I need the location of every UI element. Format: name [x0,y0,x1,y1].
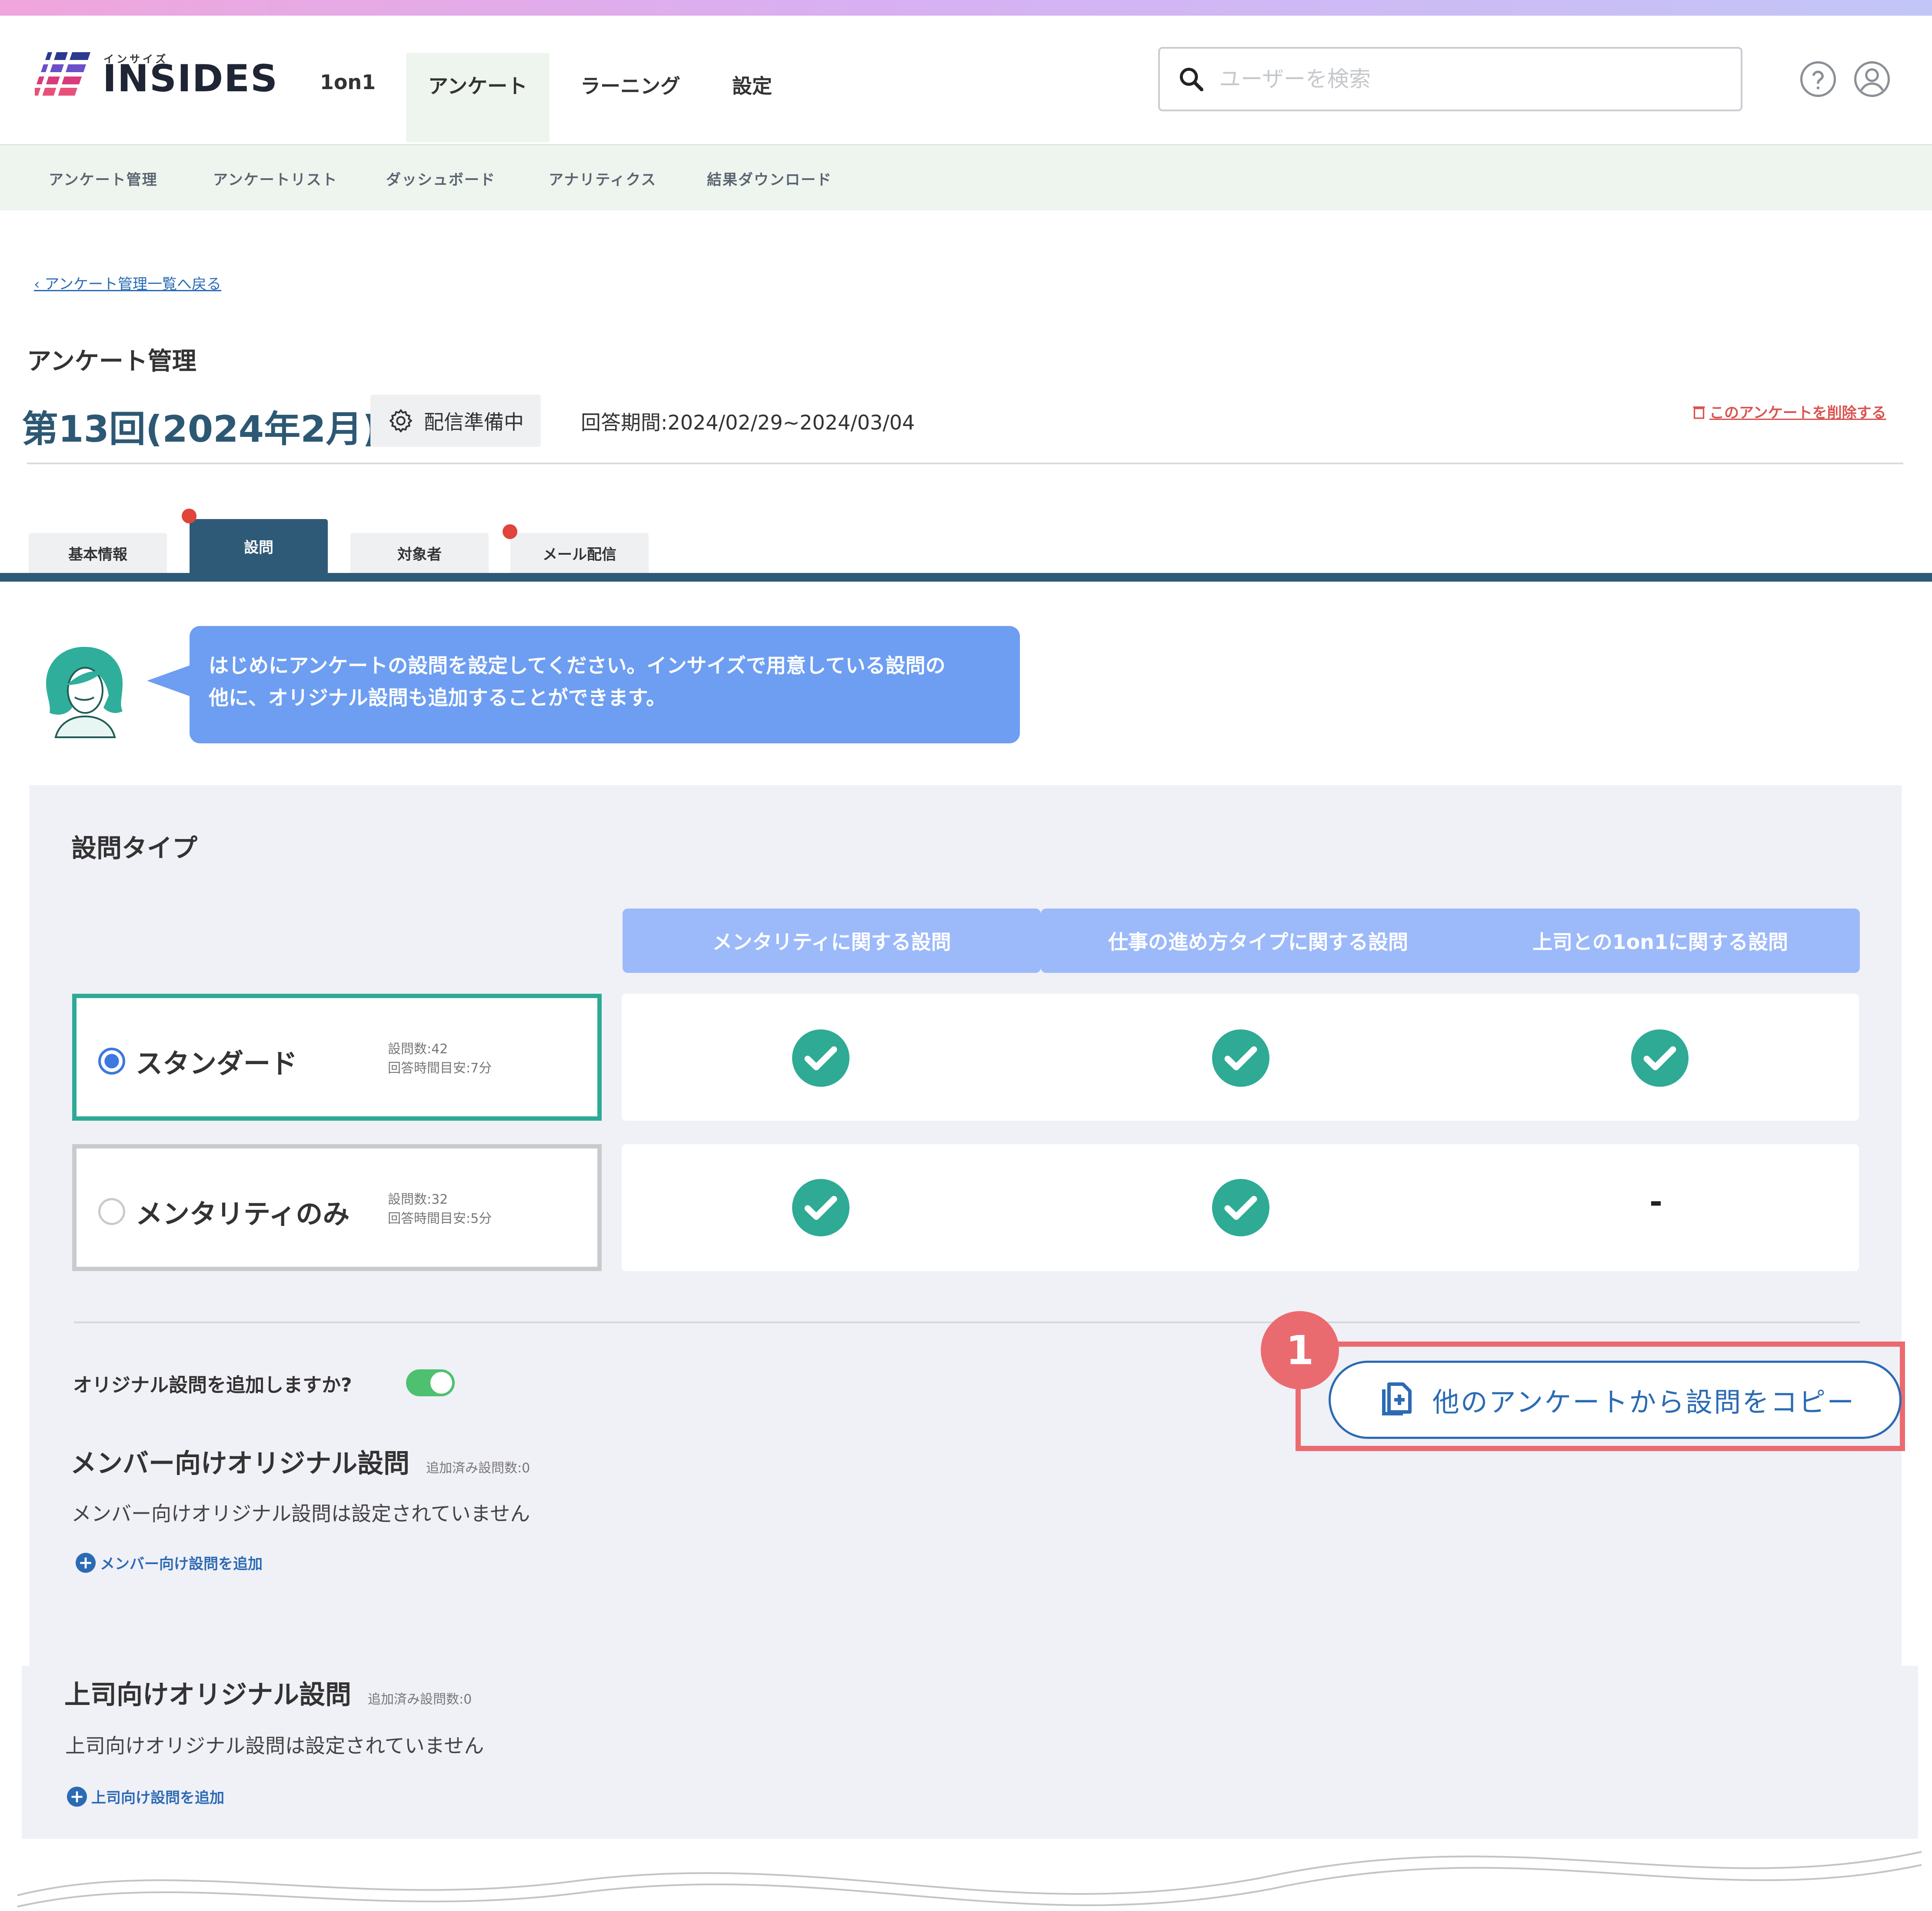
copy-document-icon [1382,1382,1412,1415]
trash-icon [1693,406,1705,419]
nav-learning[interactable]: ラーニング [565,53,696,142]
plus-circle-icon: + [76,1552,96,1573]
column-header-work-style: 仕事の進め方タイプに関する設問 [1041,909,1476,973]
page-title: アンケート管理 [27,347,197,376]
add-original-question-label: オリジナル設問を追加しますか? [73,1374,352,1396]
step-number-badge: 1 [1261,1311,1339,1389]
member-original-header: メンバー向けオリジナル設問 追加済み設問数:0 [70,1442,530,1480]
option-standard-time: 回答時間目安:7分 [388,1061,492,1076]
guide-message-bubble: はじめにアンケートの設問を設定してください。インサイズで用意している設問の 他に… [190,626,1020,743]
member-original-empty: メンバー向けオリジナル設問は設定されていません [71,1502,530,1525]
option-mentality-meta: 設問数:32 回答時間目安:5分 [388,1190,492,1228]
option-mentality-time: 回答時間目安:5分 [388,1211,492,1226]
check-circle-icon [1212,1029,1269,1087]
status-text: 配信準備中 [424,410,524,434]
section-divider [74,1322,1860,1323]
add-member-question-label: メンバー向け設問を追加 [100,1555,263,1573]
add-boss-question-label: 上司向け設問を追加 [91,1789,224,1807]
member-original-count: 追加済み設問数:0 [426,1461,530,1476]
answer-period: 回答期間:2024/02/29~2024/03/04 [581,411,915,434]
tab-basic-info[interactable]: 基本情報 [29,533,167,573]
option-standard-meta: 設問数:42 回答時間目安:7分 [388,1040,492,1078]
copy-from-other-survey-button[interactable]: 他のアンケートから設問をコピー [1329,1361,1902,1439]
gear-icon [390,409,412,433]
tab-alert-dot [503,524,517,539]
nav-survey[interactable]: アンケート [406,53,550,142]
help-circle-icon[interactable] [1799,60,1837,98]
add-original-toggle[interactable] [406,1369,455,1396]
insides-logo-icon[interactable] [35,52,91,96]
copy-button-label: 他のアンケートから設問をコピー [1432,1386,1855,1418]
subnav-dashboard[interactable]: ダッシュボード [386,168,496,189]
check-circle-icon [1631,1029,1689,1087]
subnav-survey-list[interactable]: アンケートリスト [213,168,338,189]
search-input[interactable] [1218,66,1698,92]
back-to-list-link[interactable]: ‹ アンケート管理一覧へ戻る [34,272,221,293]
subnav-analytics[interactable]: アナリティクス [549,168,656,189]
column-header-boss-1on1: 上司との1on1に関する設問 [1461,909,1860,973]
tab-targets[interactable]: 対象者 [350,533,489,573]
delete-link-text: このアンケートを削除する [1709,404,1886,422]
boss-original-title: 上司向けオリジナル設問 [64,1680,351,1710]
not-included-dash: - [1649,1183,1662,1220]
boss-original-header: 上司向けオリジナル設問 追加済み設問数:0 [64,1674,472,1711]
guide-message-line1: はじめにアンケートの設問を設定してください。インサイズで用意している設問の [209,654,946,677]
radio-standard[interactable] [98,1048,125,1075]
user-circle-icon[interactable] [1853,60,1891,98]
top-gradient-bar [0,0,1932,16]
guide-message-line2: 他に、オリジナル設問も追加することができます。 [209,686,666,709]
subnav-results-download[interactable]: 結果ダウンロード [707,168,832,189]
check-circle-icon [792,1179,849,1236]
option-mentality-count: 設問数:32 [388,1192,448,1207]
add-boss-question-link[interactable]: + 上司向け設問を追加 [67,1786,224,1807]
tab-mail[interactable]: メール配信 [510,533,649,573]
page-cut-wave [0,1839,1932,1908]
tab-alert-dot [182,509,197,523]
subnav-survey-management[interactable]: アンケート管理 [49,168,158,189]
radio-mentality[interactable] [98,1198,125,1225]
nav-settings[interactable]: 設定 [713,53,791,142]
speech-bubble-tail [147,665,190,696]
option-mentality-card[interactable]: メンタリティのみ 設問数:32 回答時間目安:5分 [72,1144,602,1271]
column-header-mentality: メンタリティに関する設問 [623,909,1041,973]
option-standard-count: 設問数:42 [388,1042,448,1057]
survey-title: 第13回(2024年2月) [22,408,379,450]
question-type-title: 設問タイプ [71,833,198,863]
boss-original-empty: 上司向けオリジナル設問は設定されていません [65,1734,484,1758]
plus-circle-icon: + [67,1786,87,1807]
member-original-title: メンバー向けオリジナル設問 [70,1448,410,1479]
check-circle-icon [1212,1179,1269,1236]
tab-questions[interactable]: 設問 [190,519,328,573]
title-divider [27,463,1903,464]
nav-1on1[interactable]: 1on1 [304,53,391,142]
option-mentality-label: メンタリティのみ [136,1198,350,1230]
check-circle-icon [792,1029,849,1087]
user-search-box[interactable] [1158,47,1742,111]
logo-text[interactable]: INSIDES [103,60,278,97]
search-icon [1179,67,1203,91]
guide-avatar-icon [46,647,123,738]
toggle-knob [430,1372,452,1394]
status-badge: 配信準備中 [370,395,541,447]
option-standard-card[interactable]: スタンダード 設問数:42 回答時間目安:7分 [72,994,602,1121]
option-standard-label: スタンダード [136,1048,298,1079]
tab-underline [0,573,1932,582]
add-member-question-link[interactable]: + メンバー向け設問を追加 [76,1552,263,1573]
delete-survey-link[interactable]: このアンケートを削除する [1691,401,1886,422]
boss-original-count: 追加済み設問数:0 [368,1692,472,1707]
